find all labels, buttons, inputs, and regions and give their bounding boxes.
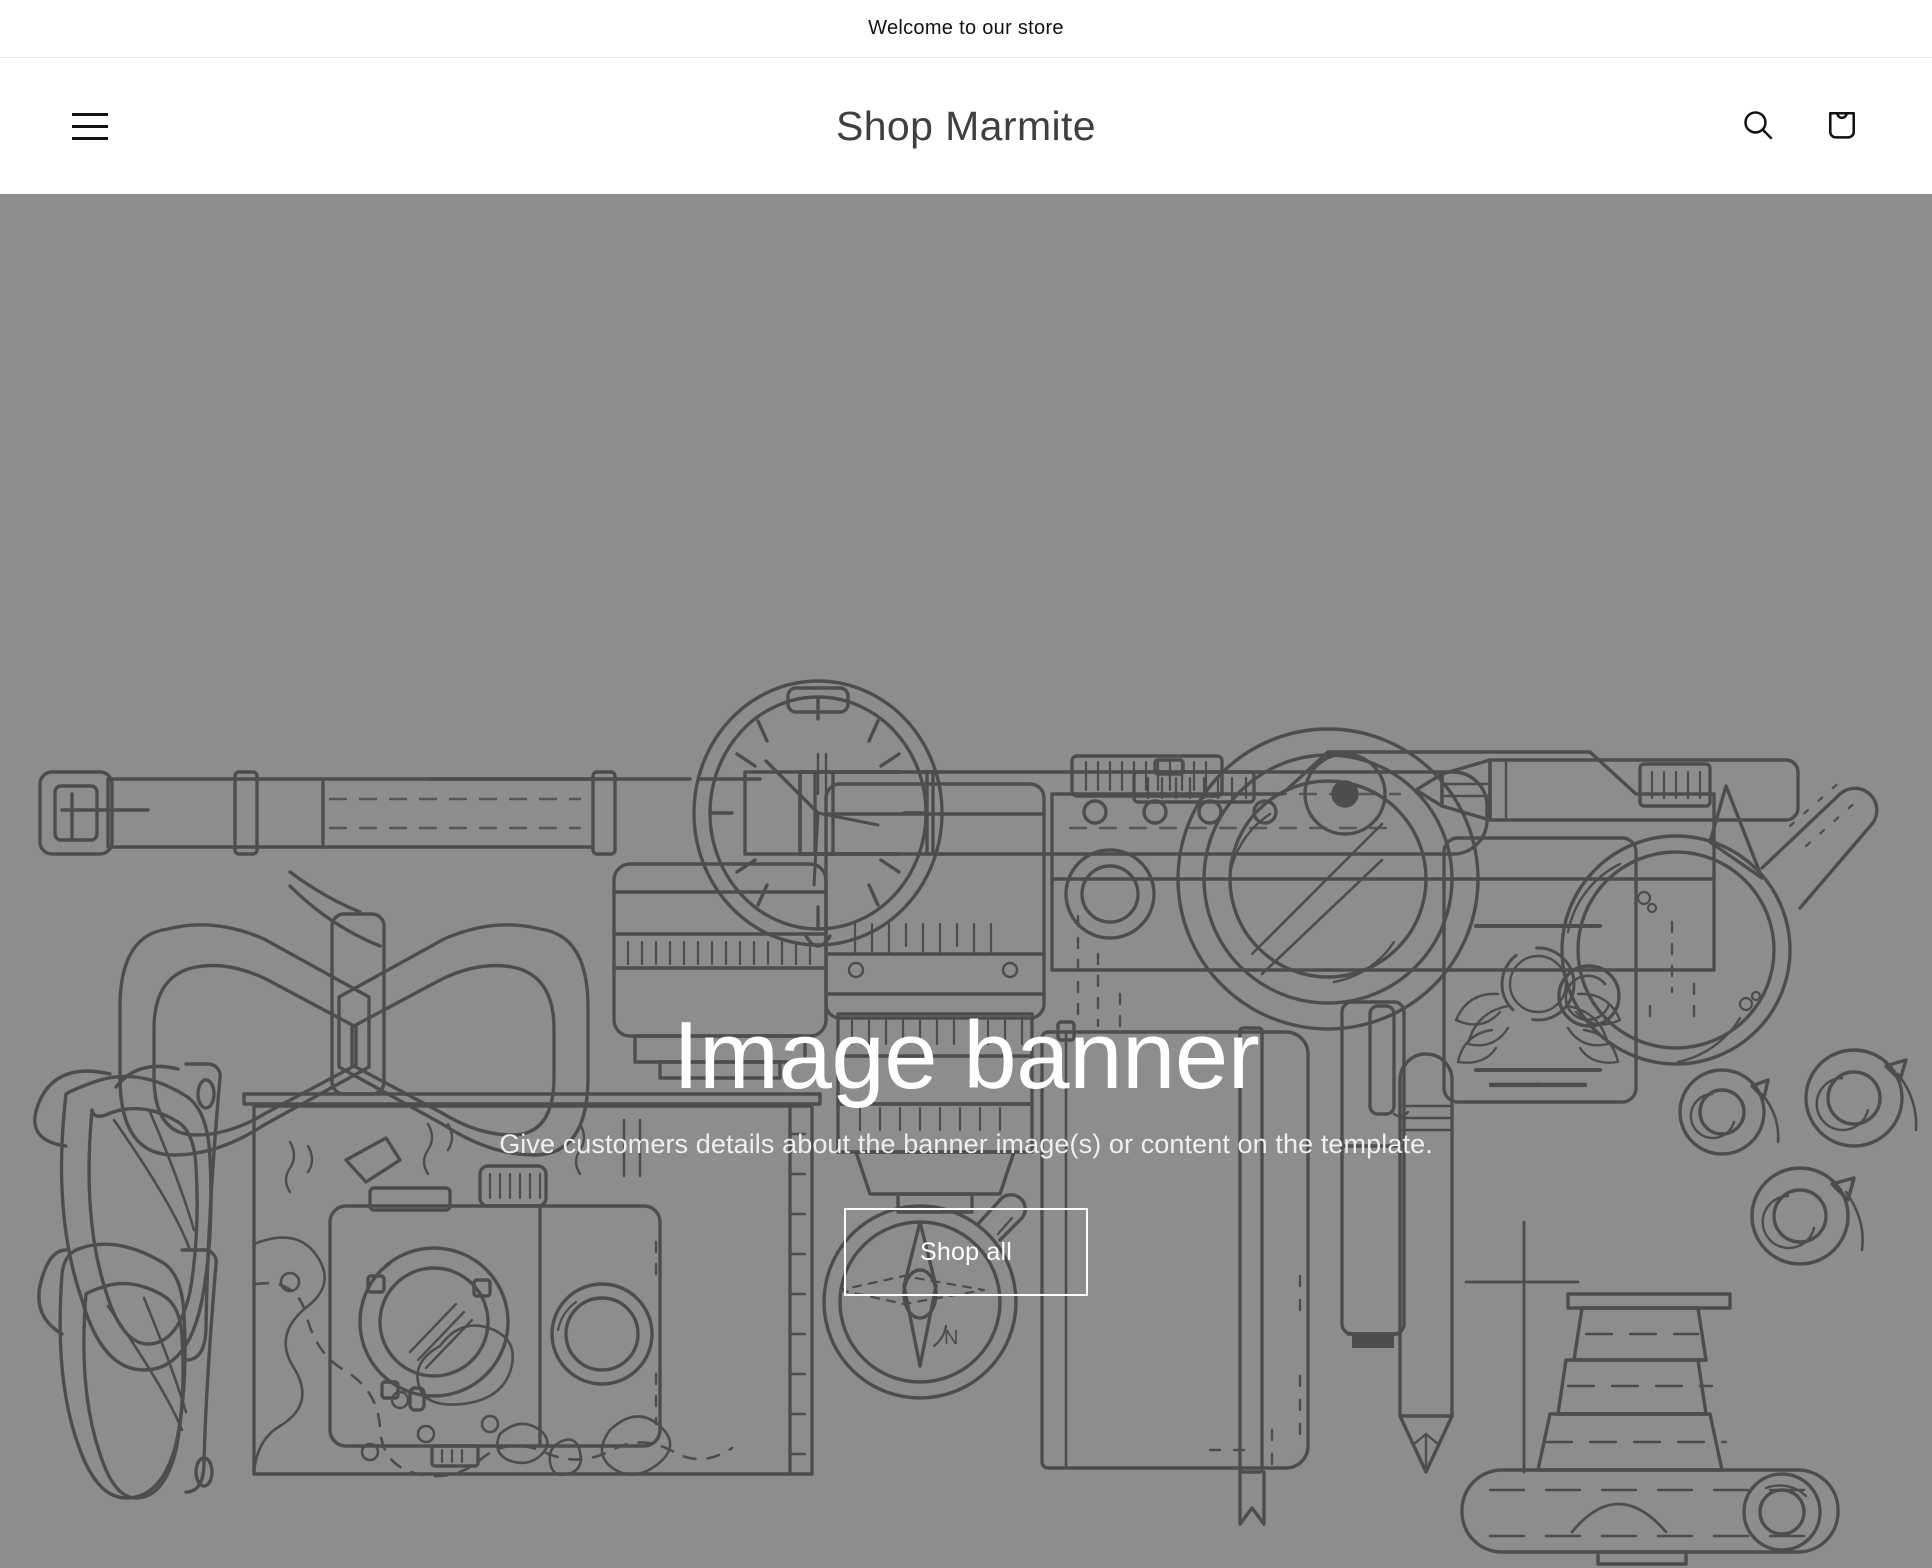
banner-subheading: Give customers details about the banner … xyxy=(499,1129,1433,1159)
header-actions xyxy=(1730,98,1870,154)
hamburger-bar-middle xyxy=(72,124,108,128)
banner-heading: Image banner xyxy=(672,1002,1260,1110)
announcement-text: Welcome to our store xyxy=(868,17,1064,39)
search-icon xyxy=(1739,106,1777,147)
shopping-bag-icon xyxy=(1823,106,1861,147)
announcement-bar: Welcome to our store xyxy=(0,0,1932,58)
store-name-link[interactable]: Shop Marmite xyxy=(836,103,1096,149)
search-button[interactable] xyxy=(1730,98,1786,154)
shop-all-button[interactable]: Shop all xyxy=(844,1208,1088,1296)
page-title: Shop Marmite xyxy=(0,103,1932,150)
hamburger-bar-top xyxy=(72,112,108,116)
banner-content: Image banner Give customers details abou… xyxy=(0,194,1932,1568)
hamburger-menu-icon[interactable] xyxy=(62,98,118,154)
hamburger-bar-bottom xyxy=(72,136,108,140)
image-banner-section: N Image banner Give customers details ab… xyxy=(0,194,1932,1568)
cart-button[interactable] xyxy=(1814,98,1870,154)
site-header: Shop Marmite xyxy=(0,58,1932,194)
